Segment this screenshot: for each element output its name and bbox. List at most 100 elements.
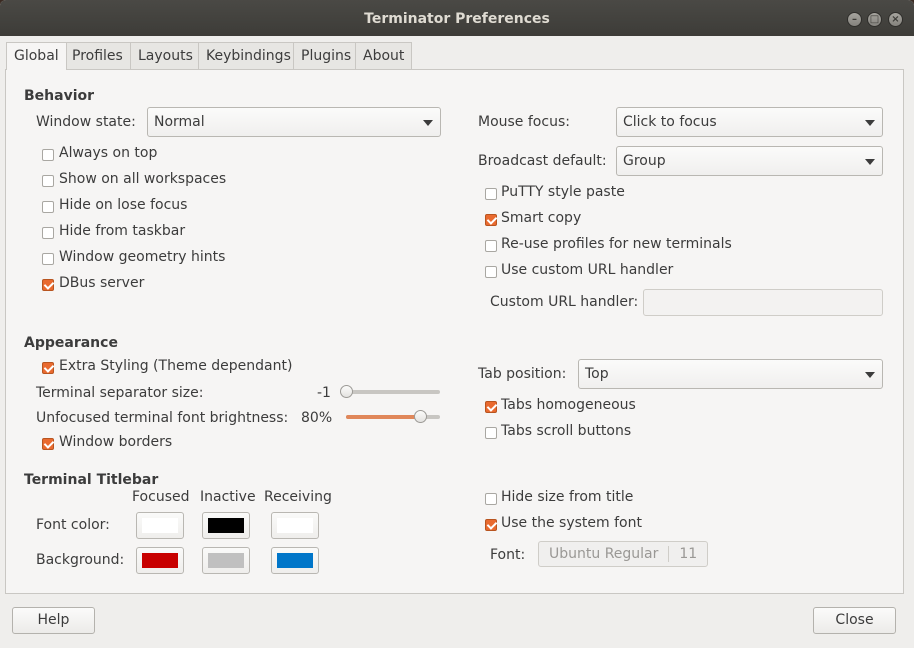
- hide-from-taskbar-checkbox[interactable]: [42, 227, 54, 239]
- custom-url-checkbox[interactable]: [485, 266, 497, 278]
- col-inactive-label: Inactive: [200, 489, 256, 505]
- hide-size-checkbox[interactable]: [485, 493, 497, 505]
- window-state-value: Normal: [154, 114, 205, 130]
- font-color-label: Font color:: [36, 517, 110, 533]
- extra-styling-checkbox[interactable]: [42, 362, 54, 374]
- custom-url-handler-input[interactable]: [643, 289, 883, 316]
- color-swatch: [142, 553, 178, 568]
- geometry-hints-checkbox[interactable]: [42, 253, 54, 265]
- all-workspaces-checkbox[interactable]: [42, 175, 54, 187]
- always-on-top-label[interactable]: Always on top: [59, 145, 157, 161]
- hide-size-label[interactable]: Hide size from title: [501, 489, 633, 505]
- title-bar[interactable]: Terminator Preferences – □ ×: [0, 0, 914, 36]
- hide-on-lose-focus-label[interactable]: Hide on lose focus: [59, 197, 187, 213]
- geometry-hints-label[interactable]: Window geometry hints: [59, 249, 225, 265]
- window-state-label: Window state:: [36, 114, 136, 130]
- brightness-slider-fill: [346, 415, 422, 419]
- brightness-label: Unfocused terminal font brightness:: [36, 410, 289, 426]
- tab-position-label: Tab position:: [478, 366, 567, 382]
- font-label: Font:: [490, 547, 526, 563]
- reuse-profiles-checkbox[interactable]: [485, 240, 497, 252]
- smart-copy-checkbox[interactable]: [485, 214, 497, 226]
- hide-on-lose-focus-checkbox[interactable]: [42, 201, 54, 213]
- extra-styling-label[interactable]: Extra Styling (Theme dependant): [59, 358, 292, 374]
- window-borders-checkbox[interactable]: [42, 438, 54, 450]
- close-window-button[interactable]: ×: [888, 12, 903, 27]
- custom-url-handler-label: Custom URL handler:: [490, 294, 639, 310]
- tabs-scroll-label[interactable]: Tabs scroll buttons: [501, 423, 631, 439]
- broadcast-default-label: Broadcast default:: [478, 153, 607, 169]
- color-swatch: [277, 553, 313, 568]
- col-receiving-label: Receiving: [264, 489, 332, 505]
- appearance-heading: Appearance: [24, 335, 118, 351]
- broadcast-default-combo[interactable]: Group: [616, 146, 883, 176]
- separator-size-label: Terminal separator size:: [36, 385, 204, 401]
- global-panel: Behavior Window state: Normal Always on …: [5, 69, 904, 594]
- tabs-homogeneous-checkbox[interactable]: [485, 401, 497, 413]
- separator-slider-handle[interactable]: [340, 385, 353, 398]
- chevron-down-icon: [423, 120, 433, 126]
- tab-layouts[interactable]: Layouts: [130, 42, 201, 69]
- color-swatch: [142, 518, 178, 533]
- window-title: Terminator Preferences: [364, 11, 550, 27]
- brightness-value: 80%: [301, 410, 333, 426]
- font-name: Ubuntu Regular: [549, 546, 659, 562]
- maximize-icon: □: [869, 14, 880, 25]
- separator-size-value: -1: [317, 385, 331, 401]
- color-swatch: [277, 518, 313, 533]
- color-swatch: [208, 518, 244, 533]
- mouse-focus-label: Mouse focus:: [478, 114, 570, 130]
- reuse-profiles-label[interactable]: Re-use profiles for new terminals: [501, 236, 732, 252]
- focused-background-button[interactable]: [136, 547, 184, 574]
- titlebar-heading: Terminal Titlebar: [24, 472, 159, 488]
- hide-from-taskbar-label[interactable]: Hide from taskbar: [59, 223, 185, 239]
- tabs-scroll-checkbox[interactable]: [485, 427, 497, 439]
- behavior-heading: Behavior: [24, 88, 95, 104]
- putty-paste-label[interactable]: PuTTY style paste: [501, 184, 625, 200]
- font-picker-button[interactable]: Ubuntu Regular 11: [538, 541, 709, 567]
- dbus-server-label[interactable]: DBus server: [59, 275, 144, 291]
- smart-copy-label[interactable]: Smart copy: [501, 210, 581, 226]
- chevron-down-icon: [865, 120, 875, 126]
- col-focused-label: Focused: [132, 489, 190, 505]
- help-button[interactable]: Help: [12, 607, 95, 634]
- background-label: Background:: [36, 552, 125, 568]
- receiving-font-color-button[interactable]: [271, 512, 319, 539]
- font-size: 11: [668, 546, 698, 562]
- tabs-homogeneous-label[interactable]: Tabs homogeneous: [501, 397, 636, 413]
- system-font-label[interactable]: Use the system font: [501, 515, 642, 531]
- all-workspaces-label[interactable]: Show on all workspaces: [59, 171, 226, 187]
- putty-paste-checkbox[interactable]: [485, 188, 497, 200]
- tab-profiles[interactable]: Profiles: [64, 42, 131, 69]
- preferences-window: Terminator Preferences – □ × Global Prof…: [0, 0, 914, 648]
- receiving-background-button[interactable]: [271, 547, 319, 574]
- chevron-down-icon: [865, 159, 875, 165]
- system-font-checkbox[interactable]: [485, 519, 497, 531]
- maximize-button[interactable]: □: [867, 12, 882, 27]
- tab-about[interactable]: About: [355, 42, 413, 69]
- tab-plugins[interactable]: Plugins: [293, 42, 360, 69]
- window-state-combo[interactable]: Normal: [147, 107, 441, 137]
- close-icon: ×: [891, 14, 900, 25]
- custom-url-label[interactable]: Use custom URL handler: [501, 262, 673, 278]
- separator-size-slider[interactable]: [346, 390, 440, 394]
- tab-global[interactable]: Global: [6, 42, 67, 70]
- mouse-focus-combo[interactable]: Click to focus: [616, 107, 883, 137]
- tab-keybindings[interactable]: Keybindings: [198, 42, 299, 69]
- always-on-top-checkbox[interactable]: [42, 149, 54, 161]
- brightness-slider-handle[interactable]: [414, 410, 428, 423]
- window-borders-label[interactable]: Window borders: [59, 434, 172, 450]
- tab-position-value: Top: [585, 366, 609, 382]
- minimize-button[interactable]: –: [847, 12, 862, 27]
- dbus-server-checkbox[interactable]: [42, 279, 54, 291]
- broadcast-default-value: Group: [623, 153, 666, 169]
- inactive-font-color-button[interactable]: [202, 512, 250, 539]
- chevron-down-icon: [865, 372, 875, 378]
- tab-position-combo[interactable]: Top: [578, 359, 883, 389]
- mouse-focus-value: Click to focus: [623, 114, 717, 130]
- close-button[interactable]: Close: [813, 607, 896, 634]
- color-swatch: [208, 553, 244, 568]
- minimize-icon: –: [852, 14, 857, 25]
- inactive-background-button[interactable]: [202, 547, 250, 574]
- focused-font-color-button[interactable]: [136, 512, 184, 539]
